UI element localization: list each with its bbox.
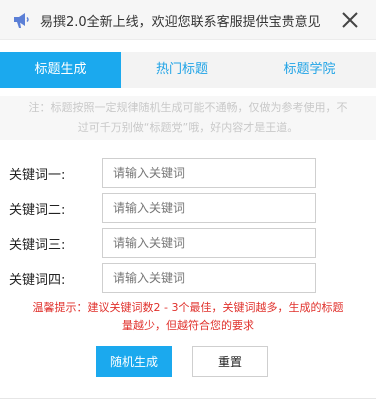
tab-bar: 标题生成 热门标题 标题学院: [0, 52, 376, 88]
bottom-divider: [0, 398, 376, 399]
tab-title-academy[interactable]: 标题学院: [243, 52, 376, 88]
keyword-4-label: 关键词四:: [9, 273, 66, 288]
keyword-3-input[interactable]: [102, 228, 316, 258]
tab-title-generate[interactable]: 标题生成: [0, 52, 121, 88]
notice-text: 易撰2.0全新上线，欢迎您联系客服提供宝贵意见: [40, 15, 321, 30]
keyword-2-label: 关键词二:: [9, 203, 66, 218]
warm-tip: 温馨提示：建议关键词数2 - 3个最佳，关键词越多，生成的标题 量越少，但越符合…: [6, 299, 370, 335]
keyword-row-4: 关键词四:: [0, 263, 376, 293]
usage-note-line1: 注：标题按照一定规律随机生成可能不通畅，仅做为参考使用，不: [28, 101, 348, 114]
notice-bar: 易撰2.0全新上线，欢迎您联系客服提供宝贵意见: [0, 0, 376, 40]
usage-note-line2: 过可千万别做“标题党”哦，好内容才是王道。: [77, 121, 299, 134]
random-generate-button[interactable]: 随机生成: [96, 346, 172, 377]
keyword-3-label: 关键词三:: [9, 238, 66, 253]
keyword-row-3: 关键词三:: [0, 228, 376, 258]
keyword-2-input[interactable]: [102, 193, 316, 223]
keyword-1-input[interactable]: [102, 158, 316, 188]
usage-note: 注：标题按照一定规律随机生成可能不通畅，仅做为参考使用，不 过可千万别做“标题党…: [0, 96, 376, 140]
megaphone-icon: [14, 13, 29, 28]
keyword-1-label: 关键词一:: [9, 168, 66, 183]
close-icon[interactable]: [340, 10, 360, 30]
tab-hot-titles[interactable]: 热门标题: [121, 52, 243, 88]
reset-button[interactable]: 重置: [192, 346, 268, 377]
warm-tip-line1: 温馨提示：建议关键词数2 - 3个最佳，关键词越多，生成的标题: [32, 301, 344, 314]
keyword-4-input[interactable]: [102, 263, 316, 293]
keyword-row-2: 关键词二:: [0, 193, 376, 223]
keyword-row-1: 关键词一:: [0, 158, 376, 188]
warm-tip-line2: 量越少，但越符合您的要求: [122, 319, 254, 332]
